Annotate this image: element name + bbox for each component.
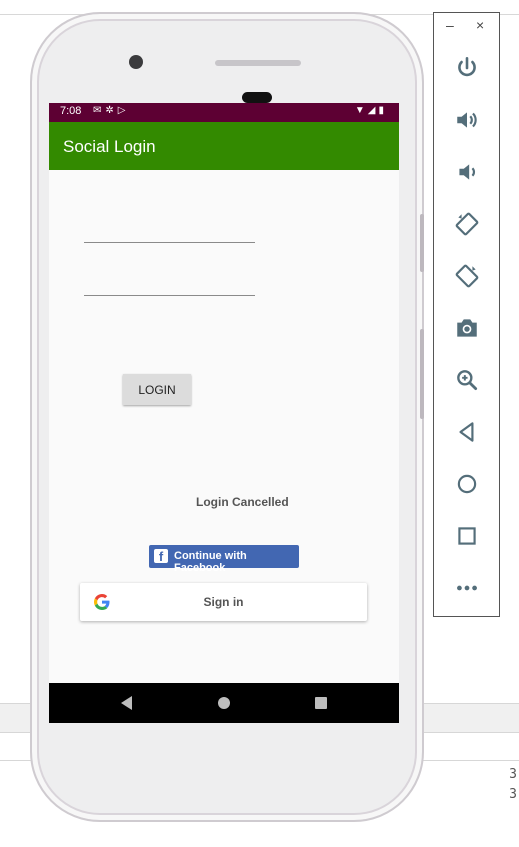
google-sign-in-label: Sign in: [203, 595, 244, 609]
line-number: 3: [509, 787, 517, 802]
navigation-bar: [49, 683, 399, 723]
signal-icon: ◢: [367, 105, 379, 116]
nav-back-icon[interactable]: [121, 696, 132, 710]
power-icon[interactable]: [450, 51, 484, 85]
rotate-right-icon[interactable]: [450, 259, 484, 293]
facebook-login-label: Continue with Facebook: [174, 550, 247, 574]
proximity-sensor: [242, 92, 272, 103]
minimize-button[interactable]: –: [446, 17, 454, 33]
status-time: 7:08: [60, 105, 82, 117]
side-button: [420, 214, 424, 272]
nav-home-icon[interactable]: [218, 697, 230, 709]
facebook-icon: f: [154, 549, 168, 564]
line-number: 3: [509, 767, 517, 782]
volume-up-icon[interactable]: [450, 103, 484, 137]
username-field-container: [84, 220, 255, 243]
login-button[interactable]: LOGIN: [123, 374, 191, 405]
gmail-icon: ✉: [93, 105, 106, 116]
password-field[interactable]: [84, 273, 255, 295]
rotate-left-icon[interactable]: [450, 207, 484, 241]
side-button: [420, 329, 424, 419]
android-settings-icon: ✲: [105, 105, 118, 116]
wifi-icon: ▼: [354, 105, 368, 116]
volume-down-icon[interactable]: [450, 155, 484, 189]
login-status-message: Login Cancelled: [196, 495, 289, 509]
zoom-icon[interactable]: [450, 363, 484, 397]
nav-recents-icon[interactable]: [315, 697, 327, 709]
notification-icons: ✉✲▷: [93, 105, 129, 116]
battery-icon: ▮: [378, 105, 387, 116]
app-title: Social Login: [63, 137, 156, 156]
status-bar: 7:08 ✉✲▷ ▼◢▮: [49, 103, 399, 122]
front-camera: [129, 55, 143, 69]
device-screen: 7:08 ✉✲▷ ▼◢▮ Social Login LOGIN Login Ca…: [49, 103, 399, 723]
home-icon[interactable]: [450, 467, 484, 501]
more-icon[interactable]: [450, 571, 484, 605]
overview-icon[interactable]: [450, 519, 484, 553]
facebook-login-button[interactable]: f Continue with Facebook: [149, 545, 299, 574]
username-field[interactable]: [84, 220, 255, 242]
system-icons: ▼◢▮: [355, 105, 387, 116]
camera-icon[interactable]: [450, 311, 484, 345]
back-icon[interactable]: [450, 415, 484, 449]
close-button[interactable]: ×: [476, 17, 484, 33]
google-sign-in-button[interactable]: Sign in: [80, 583, 367, 621]
earpiece-speaker: [215, 60, 301, 66]
play-icon: ▷: [117, 105, 130, 116]
password-field-container: [84, 273, 255, 296]
emulator-toolbar: – ×: [433, 12, 500, 617]
app-bar: Social Login: [49, 122, 399, 170]
